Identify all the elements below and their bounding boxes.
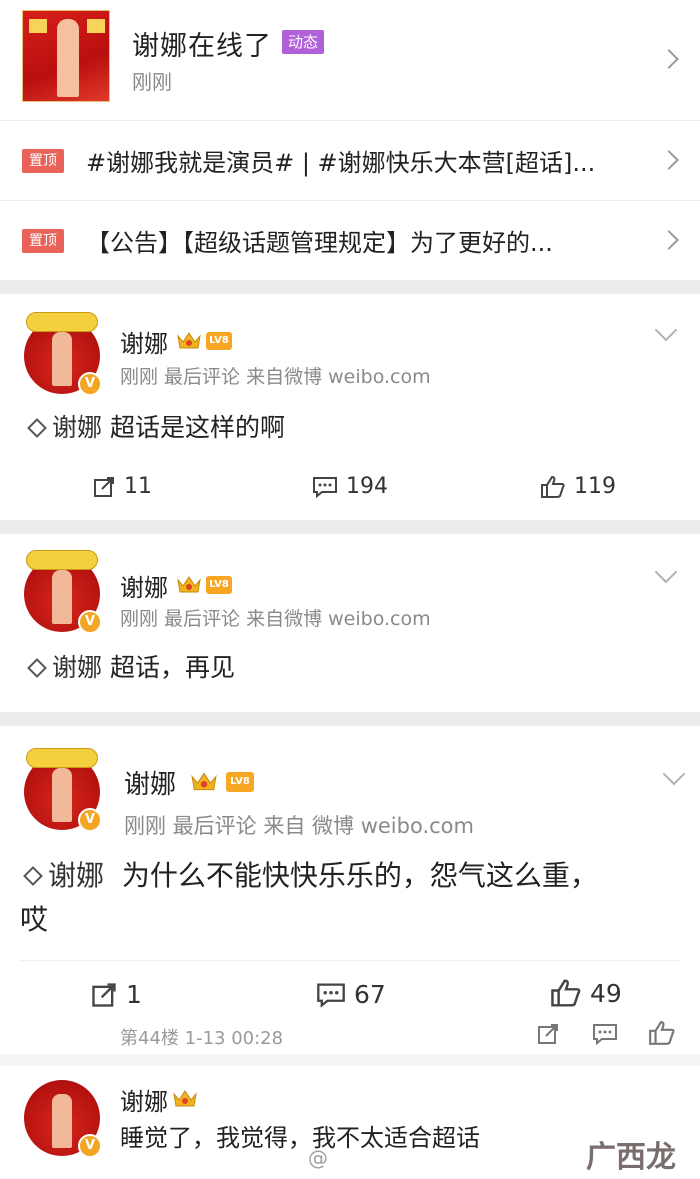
post-text: 超话，再见 xyxy=(109,653,235,682)
topic-time: 刚刚 xyxy=(132,70,172,94)
pin-badge: 置顶 xyxy=(22,229,64,253)
like-button[interactable]: 119 xyxy=(540,474,616,499)
pinned-text: #谢娜我就是演员# | #谢娜快乐大本营[超话]... xyxy=(86,149,596,177)
diamond-icon xyxy=(23,866,43,886)
thumbs-up-icon[interactable] xyxy=(648,1020,676,1046)
repost-button[interactable]: 11 xyxy=(92,474,152,499)
avatar[interactable]: V xyxy=(24,748,102,832)
topic-header[interactable]: 谢娜在线了 动态 刚刚 xyxy=(0,0,700,120)
like-count: 119 xyxy=(574,474,616,499)
avatar[interactable]: V xyxy=(24,550,102,634)
pinned-item-1[interactable]: 置顶 #谢娜我就是演员# | #谢娜快乐大本营[超话]... xyxy=(0,120,700,198)
comment-count: 67 xyxy=(354,980,386,1009)
post-text: 超话是这样的啊 xyxy=(109,413,285,442)
diamond-icon xyxy=(27,658,47,678)
username[interactable]: 谢娜 xyxy=(120,568,168,603)
divider xyxy=(20,960,680,961)
share-icon xyxy=(92,982,116,1007)
post-card[interactable]: V 谢娜 LV8 刚刚 最后评论 来自微博 weibo.com 谢娜 超话是这样… xyxy=(0,294,700,520)
chevron-right-icon[interactable] xyxy=(659,49,679,69)
topic-tag[interactable]: 谢娜 xyxy=(52,413,102,442)
pinned-text: 【公告】【超级话题管理规定】为了更好的... xyxy=(86,229,553,257)
comment-button[interactable]: 194 xyxy=(312,474,388,499)
post-card[interactable]: V 谢娜 睡觉了，我觉得，我不太适合超话 @ 广西龙网 xyxy=(0,1066,700,1179)
post-meta: 刚刚 最后评论 来自 微博 weibo.com xyxy=(124,814,474,838)
level-badge: LV8 xyxy=(206,332,232,350)
crown-icon xyxy=(177,576,201,593)
comment-icon xyxy=(317,982,345,1008)
section-divider xyxy=(0,1054,700,1066)
topic-title: 谢娜在线了 xyxy=(132,31,272,62)
verified-icon: V xyxy=(78,610,102,634)
section-divider xyxy=(0,280,700,294)
verified-icon: V xyxy=(78,808,102,832)
comment-button[interactable]: 67 xyxy=(316,980,386,1009)
username[interactable]: 谢娜 xyxy=(120,1082,168,1117)
chevron-right-icon xyxy=(659,230,679,250)
pin-badge: 置顶 xyxy=(22,149,64,173)
watermark-left: @ xyxy=(308,1146,328,1170)
post-text: 睡觉了，我觉得，我不太适合超话 xyxy=(120,1124,480,1152)
post-card[interactable]: V 谢娜 LV8 刚刚 最后评论 来自微博 weibo.com 谢娜 超话，再见 xyxy=(0,534,700,712)
share-icon xyxy=(94,476,114,497)
pinned-item-2[interactable]: 置顶 【公告】【超级话题管理规定】为了更好的... xyxy=(0,200,700,278)
verified-icon: V xyxy=(78,372,102,396)
repost-count: 1 xyxy=(126,980,142,1009)
dynamic-badge: 动态 xyxy=(282,30,325,54)
watermark-brand: 广西龙网 xyxy=(586,1140,676,1175)
topic-tag[interactable]: 谢娜 xyxy=(52,653,102,682)
floor-time: 第44楼 1-13 00:28 xyxy=(120,1028,284,1049)
chevron-down-icon[interactable] xyxy=(654,560,678,584)
comment-count: 194 xyxy=(346,474,388,499)
crown-icon xyxy=(173,1090,197,1107)
share-icon[interactable] xyxy=(536,1022,560,1046)
thumbs-up-icon xyxy=(541,475,565,498)
username[interactable]: 谢娜 xyxy=(124,764,176,801)
level-badge: LV8 xyxy=(226,772,254,792)
post-meta: 刚刚 最后评论 来自微博 weibo.com xyxy=(120,608,431,630)
post-content: 谢娜 为什么不能快快乐乐的，怨气这么重， 哎 xyxy=(20,854,680,942)
post-card[interactable]: V 谢娜 LV8 刚刚 最后评论 来自 微博 weibo.com 谢娜 为什么不… xyxy=(0,726,700,1054)
comment-icon xyxy=(313,476,337,498)
crown-icon xyxy=(191,772,217,791)
avatar[interactable]: V xyxy=(24,1080,102,1158)
section-divider xyxy=(0,520,700,534)
verified-icon: V xyxy=(78,1134,102,1158)
like-button[interactable]: 49 xyxy=(550,978,622,1008)
post-text: 为什么不能快快乐乐的，怨气这么重， xyxy=(121,859,598,892)
post-content: 谢娜 超话是这样的啊 xyxy=(24,408,285,448)
post-content: 谢娜 超话，再见 xyxy=(24,648,235,688)
section-divider xyxy=(0,712,700,726)
post-text-line2: 哎 xyxy=(20,903,49,936)
post-meta: 刚刚 最后评论 来自微博 weibo.com xyxy=(120,366,431,388)
avatar[interactable]: V xyxy=(24,312,102,396)
topic-avatar xyxy=(22,10,110,102)
crown-icon xyxy=(177,332,201,349)
chevron-right-icon xyxy=(659,150,679,170)
topic-tag[interactable]: 谢娜 xyxy=(48,859,104,892)
level-badge: LV8 xyxy=(206,576,232,594)
thumbs-up-icon xyxy=(551,979,581,1007)
like-count: 49 xyxy=(590,978,622,1008)
diamond-icon xyxy=(27,418,47,438)
chevron-down-icon[interactable] xyxy=(662,762,686,786)
repost-button[interactable]: 1 xyxy=(90,980,142,1009)
chevron-down-icon[interactable] xyxy=(654,318,678,342)
username[interactable]: 谢娜 xyxy=(120,324,168,359)
comment-icon[interactable] xyxy=(592,1022,618,1046)
repost-count: 11 xyxy=(124,474,152,499)
